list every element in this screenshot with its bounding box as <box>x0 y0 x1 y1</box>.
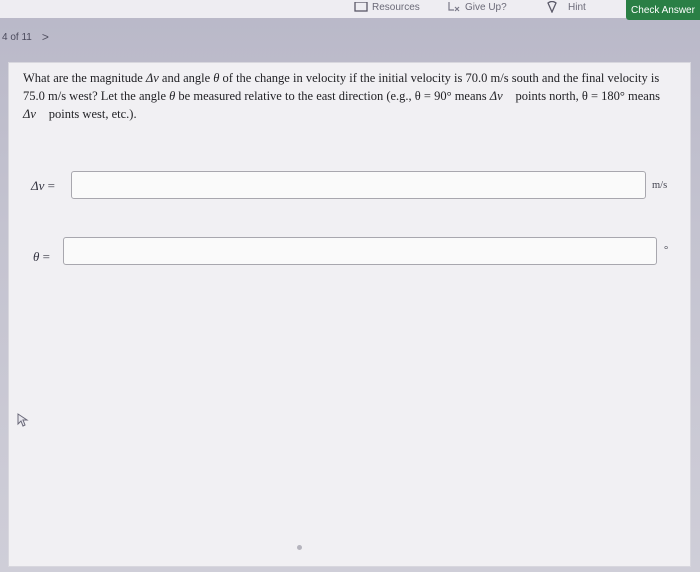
theta-unit: ° <box>664 245 669 256</box>
giveup-icon <box>447 1 461 13</box>
resources-button[interactable]: Resources <box>354 0 420 14</box>
check-answer-button[interactable]: Check Answer <box>626 0 700 20</box>
question-card: What are the magnitude Δv and angle θ of… <box>8 62 691 567</box>
mouse-pointer-icon <box>17 413 29 432</box>
theta-label: θ = <box>33 249 50 264</box>
question-text: What are the magnitude Δv and angle θ of… <box>23 71 660 121</box>
dv-unit: m/s <box>652 180 668 191</box>
question-position: 4 of 11 <box>2 31 32 43</box>
resources-icon <box>354 1 368 13</box>
giveup-button[interactable]: Give Up? <box>447 0 507 14</box>
hint-icon <box>546 1 558 13</box>
hint-label: Hint <box>568 1 586 13</box>
top-toolbar: Resources Give Up? Hint Check Answer <box>0 0 700 20</box>
screen-smudge <box>297 545 302 550</box>
question-pager: 4 of 11 > <box>0 30 49 44</box>
dv-label: Δv = <box>31 178 55 193</box>
resources-label: Resources <box>372 1 420 13</box>
giveup-label: Give Up? <box>465 1 507 13</box>
dv-answer-input[interactable] <box>71 171 646 199</box>
hint-button[interactable]: Hint <box>546 0 586 14</box>
next-question-button[interactable]: > <box>42 30 49 44</box>
theta-answer-input[interactable] <box>63 237 657 265</box>
